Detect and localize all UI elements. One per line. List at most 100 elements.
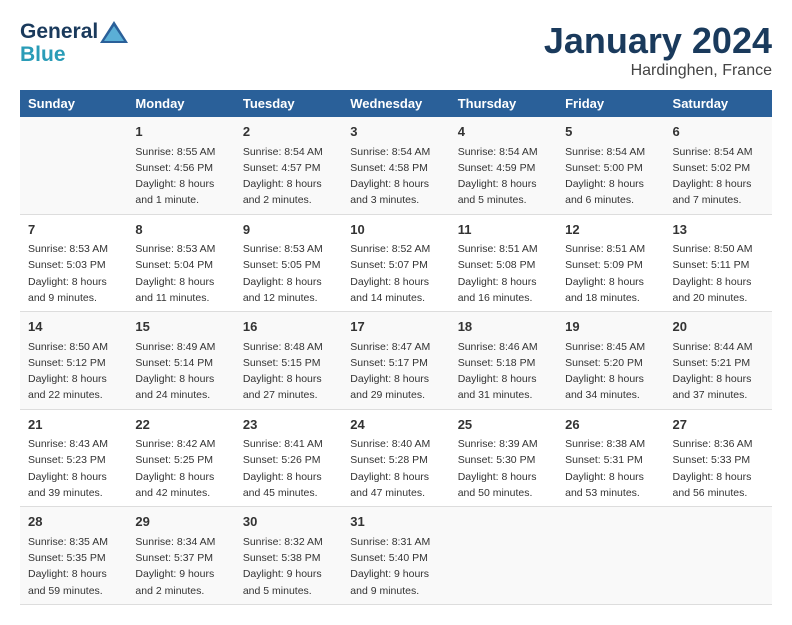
calendar-table: SundayMondayTuesdayWednesdayThursdayFrid… xyxy=(20,90,772,605)
calendar-cell: 25Sunrise: 8:39 AMSunset: 5:30 PMDayligh… xyxy=(450,409,557,507)
day-info: Sunrise: 8:54 AMSunset: 4:58 PMDaylight:… xyxy=(350,144,441,209)
day-number: 10 xyxy=(350,220,441,240)
day-number: 11 xyxy=(458,220,549,240)
day-info: Sunrise: 8:41 AMSunset: 5:26 PMDaylight:… xyxy=(243,436,334,501)
logo-icon xyxy=(100,21,128,43)
calendar-cell: 1Sunrise: 8:55 AMSunset: 4:56 PMDaylight… xyxy=(127,117,234,214)
day-info: Sunrise: 8:39 AMSunset: 5:30 PMDaylight:… xyxy=(458,436,549,501)
day-info: Sunrise: 8:54 AMSunset: 5:02 PMDaylight:… xyxy=(673,144,764,209)
day-info: Sunrise: 8:34 AMSunset: 5:37 PMDaylight:… xyxy=(135,534,226,599)
day-info: Sunrise: 8:31 AMSunset: 5:40 PMDaylight:… xyxy=(350,534,441,599)
day-number: 7 xyxy=(28,220,119,240)
day-info: Sunrise: 8:43 AMSunset: 5:23 PMDaylight:… xyxy=(28,436,119,501)
calendar-cell xyxy=(20,117,127,214)
day-number: 22 xyxy=(135,415,226,435)
calendar-cell xyxy=(450,507,557,605)
day-info: Sunrise: 8:44 AMSunset: 5:21 PMDaylight:… xyxy=(673,339,764,404)
day-number: 24 xyxy=(350,415,441,435)
day-info: Sunrise: 8:54 AMSunset: 4:57 PMDaylight:… xyxy=(243,144,334,209)
day-info: Sunrise: 8:35 AMSunset: 5:35 PMDaylight:… xyxy=(28,534,119,599)
col-header-thursday: Thursday xyxy=(450,90,557,117)
calendar-cell: 18Sunrise: 8:46 AMSunset: 5:18 PMDayligh… xyxy=(450,312,557,410)
calendar-cell: 14Sunrise: 8:50 AMSunset: 5:12 PMDayligh… xyxy=(20,312,127,410)
day-info: Sunrise: 8:54 AMSunset: 4:59 PMDaylight:… xyxy=(458,144,549,209)
calendar-cell: 3Sunrise: 8:54 AMSunset: 4:58 PMDaylight… xyxy=(342,117,449,214)
calendar-cell: 22Sunrise: 8:42 AMSunset: 5:25 PMDayligh… xyxy=(127,409,234,507)
calendar-week-5: 28Sunrise: 8:35 AMSunset: 5:35 PMDayligh… xyxy=(20,507,772,605)
calendar-cell: 12Sunrise: 8:51 AMSunset: 5:09 PMDayligh… xyxy=(557,214,664,312)
day-info: Sunrise: 8:52 AMSunset: 5:07 PMDaylight:… xyxy=(350,241,441,306)
day-number: 20 xyxy=(673,317,764,337)
day-number: 2 xyxy=(243,122,334,142)
calendar-cell: 26Sunrise: 8:38 AMSunset: 5:31 PMDayligh… xyxy=(557,409,664,507)
day-number: 27 xyxy=(673,415,764,435)
page-header: General Blue January 2024 Hardinghen, Fr… xyxy=(20,20,772,80)
col-header-friday: Friday xyxy=(557,90,664,117)
day-number: 16 xyxy=(243,317,334,337)
logo-text: General xyxy=(20,20,128,43)
day-number: 17 xyxy=(350,317,441,337)
calendar-week-1: 1Sunrise: 8:55 AMSunset: 4:56 PMDaylight… xyxy=(20,117,772,214)
calendar-week-3: 14Sunrise: 8:50 AMSunset: 5:12 PMDayligh… xyxy=(20,312,772,410)
calendar-cell: 13Sunrise: 8:50 AMSunset: 5:11 PMDayligh… xyxy=(665,214,772,312)
day-info: Sunrise: 8:38 AMSunset: 5:31 PMDaylight:… xyxy=(565,436,656,501)
day-number: 25 xyxy=(458,415,549,435)
month-title: January 2024 xyxy=(544,20,772,62)
day-info: Sunrise: 8:48 AMSunset: 5:15 PMDaylight:… xyxy=(243,339,334,404)
day-number: 19 xyxy=(565,317,656,337)
calendar-cell: 15Sunrise: 8:49 AMSunset: 5:14 PMDayligh… xyxy=(127,312,234,410)
day-info: Sunrise: 8:32 AMSunset: 5:38 PMDaylight:… xyxy=(243,534,334,599)
day-number: 13 xyxy=(673,220,764,240)
day-number: 14 xyxy=(28,317,119,337)
day-number: 4 xyxy=(458,122,549,142)
calendar-cell: 11Sunrise: 8:51 AMSunset: 5:08 PMDayligh… xyxy=(450,214,557,312)
day-info: Sunrise: 8:46 AMSunset: 5:18 PMDaylight:… xyxy=(458,339,549,404)
calendar-cell: 8Sunrise: 8:53 AMSunset: 5:04 PMDaylight… xyxy=(127,214,234,312)
day-info: Sunrise: 8:53 AMSunset: 5:05 PMDaylight:… xyxy=(243,241,334,306)
calendar-cell: 27Sunrise: 8:36 AMSunset: 5:33 PMDayligh… xyxy=(665,409,772,507)
day-info: Sunrise: 8:49 AMSunset: 5:14 PMDaylight:… xyxy=(135,339,226,404)
col-header-sunday: Sunday xyxy=(20,90,127,117)
day-number: 30 xyxy=(243,512,334,532)
calendar-cell: 2Sunrise: 8:54 AMSunset: 4:57 PMDaylight… xyxy=(235,117,342,214)
day-info: Sunrise: 8:51 AMSunset: 5:08 PMDaylight:… xyxy=(458,241,549,306)
calendar-body: 1Sunrise: 8:55 AMSunset: 4:56 PMDaylight… xyxy=(20,117,772,604)
day-info: Sunrise: 8:55 AMSunset: 4:56 PMDaylight:… xyxy=(135,144,226,209)
day-number: 9 xyxy=(243,220,334,240)
calendar-cell: 31Sunrise: 8:31 AMSunset: 5:40 PMDayligh… xyxy=(342,507,449,605)
col-header-saturday: Saturday xyxy=(665,90,772,117)
day-number: 21 xyxy=(28,415,119,435)
column-headers: SundayMondayTuesdayWednesdayThursdayFrid… xyxy=(20,90,772,117)
day-number: 31 xyxy=(350,512,441,532)
day-info: Sunrise: 8:54 AMSunset: 5:00 PMDaylight:… xyxy=(565,144,656,209)
day-info: Sunrise: 8:45 AMSunset: 5:20 PMDaylight:… xyxy=(565,339,656,404)
logo-blue: Blue xyxy=(20,43,128,66)
calendar-cell: 9Sunrise: 8:53 AMSunset: 5:05 PMDaylight… xyxy=(235,214,342,312)
calendar-cell: 28Sunrise: 8:35 AMSunset: 5:35 PMDayligh… xyxy=(20,507,127,605)
day-info: Sunrise: 8:42 AMSunset: 5:25 PMDaylight:… xyxy=(135,436,226,501)
day-info: Sunrise: 8:36 AMSunset: 5:33 PMDaylight:… xyxy=(673,436,764,501)
day-number: 6 xyxy=(673,122,764,142)
day-info: Sunrise: 8:53 AMSunset: 5:03 PMDaylight:… xyxy=(28,241,119,306)
calendar-week-2: 7Sunrise: 8:53 AMSunset: 5:03 PMDaylight… xyxy=(20,214,772,312)
calendar-cell xyxy=(665,507,772,605)
day-number: 8 xyxy=(135,220,226,240)
calendar-cell: 17Sunrise: 8:47 AMSunset: 5:17 PMDayligh… xyxy=(342,312,449,410)
day-number: 15 xyxy=(135,317,226,337)
day-number: 1 xyxy=(135,122,226,142)
day-number: 29 xyxy=(135,512,226,532)
day-info: Sunrise: 8:50 AMSunset: 5:11 PMDaylight:… xyxy=(673,241,764,306)
calendar-cell: 7Sunrise: 8:53 AMSunset: 5:03 PMDaylight… xyxy=(20,214,127,312)
logo: General Blue xyxy=(20,20,128,67)
col-header-monday: Monday xyxy=(127,90,234,117)
col-header-tuesday: Tuesday xyxy=(235,90,342,117)
col-header-wednesday: Wednesday xyxy=(342,90,449,117)
day-number: 5 xyxy=(565,122,656,142)
day-number: 3 xyxy=(350,122,441,142)
calendar-cell: 6Sunrise: 8:54 AMSunset: 5:02 PMDaylight… xyxy=(665,117,772,214)
calendar-week-4: 21Sunrise: 8:43 AMSunset: 5:23 PMDayligh… xyxy=(20,409,772,507)
calendar-cell: 29Sunrise: 8:34 AMSunset: 5:37 PMDayligh… xyxy=(127,507,234,605)
calendar-cell: 4Sunrise: 8:54 AMSunset: 4:59 PMDaylight… xyxy=(450,117,557,214)
day-number: 23 xyxy=(243,415,334,435)
calendar-cell: 23Sunrise: 8:41 AMSunset: 5:26 PMDayligh… xyxy=(235,409,342,507)
